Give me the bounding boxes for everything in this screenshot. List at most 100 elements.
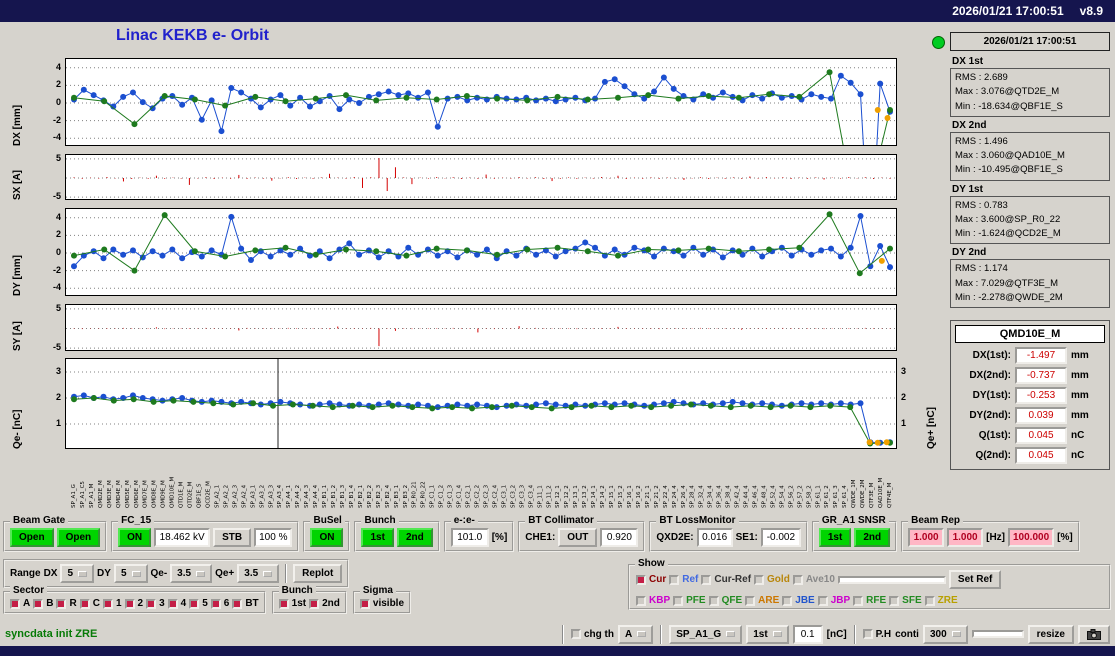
stat-group-title: DY 1st: [952, 183, 983, 195]
bt-collimator-group-label: BT Collimator: [525, 515, 597, 527]
sector-3-checkbox[interactable]: 3: [146, 598, 165, 609]
bunch-2nd-checkbox[interactable]: 2nd: [309, 598, 340, 609]
bpm-label: SP_C1_1: [430, 485, 436, 508]
fc15-on-button[interactable]: ON: [118, 528, 152, 547]
show-are-checkbox[interactable]: ARE: [745, 595, 779, 606]
bpm-label: SP_B3_1: [394, 485, 400, 508]
dropdown-indicator-icon: [772, 631, 782, 637]
range-dy-select[interactable]: 5: [113, 564, 148, 583]
show-group: Show Cur Ref Cur-Ref Gold Ave10 Set Ref KBP PFE Q…: [628, 558, 1111, 610]
show-ref-checkbox[interactable]: Ref: [669, 574, 698, 585]
sigma-visible-checkbox[interactable]: visible: [359, 598, 404, 609]
show-cur-checkbox[interactable]: Cur: [636, 574, 666, 585]
monitor-row-unit: mm: [1071, 390, 1089, 401]
bunch-order-select[interactable]: 1st: [746, 624, 789, 644]
chg-th-checkbox[interactable]: chg th: [570, 629, 614, 640]
range-qe-plus-select[interactable]: 3.5: [237, 564, 280, 583]
sector-2-checkbox[interactable]: 2: [124, 598, 143, 609]
bpm-label: SP_12_1: [555, 485, 561, 508]
dx-plot-canvas[interactable]: [65, 58, 897, 146]
beam-gate-2-button[interactable]: Open: [56, 528, 101, 547]
monitor-row-value: 0.045: [1015, 447, 1067, 464]
bunch-1st-button[interactable]: 1st: [361, 528, 394, 547]
interval-field[interactable]: [971, 630, 1024, 638]
bpm-label: SP_26_4: [681, 485, 687, 508]
show-kbp-checkbox[interactable]: KBP: [636, 595, 670, 606]
ref-file-input[interactable]: [837, 575, 946, 584]
sy-plot-canvas[interactable]: [65, 304, 897, 351]
sector-c-checkbox[interactable]: C: [79, 598, 100, 609]
show-qfe-checkbox[interactable]: QFE: [708, 595, 742, 606]
bunch-1st-checkbox-label: 1st: [291, 598, 307, 609]
che1-value-field[interactable]: 0.920: [600, 528, 639, 547]
sx-plot-canvas[interactable]: [65, 154, 897, 200]
beam-gate-1-button[interactable]: Open: [10, 528, 54, 547]
se1-value-field[interactable]: -0.002: [760, 528, 801, 547]
che1-out-button[interactable]: OUT: [558, 528, 598, 547]
show-jbp-checkbox[interactable]: JBP: [817, 595, 851, 606]
show-rfe-checkbox[interactable]: RFE: [853, 595, 886, 606]
replot-button[interactable]: Replot: [293, 564, 343, 583]
dropdown-indicator-icon: [726, 631, 736, 637]
interval-select[interactable]: 300: [922, 624, 968, 644]
sector-6-checkbox[interactable]: 6: [210, 598, 229, 609]
control-row-2: Range DX 5 DY 5 Qe- 3.5 Qe+ 3.5 Replot: [3, 559, 350, 588]
status-lamp-icon: [932, 36, 945, 49]
snsr-2nd-button[interactable]: 2nd: [854, 528, 891, 547]
sector-bt-checkbox[interactable]: BT: [232, 598, 259, 609]
sector-a-checkbox[interactable]: A: [10, 598, 30, 609]
show-ref-checkbox-label: Ref: [682, 574, 699, 585]
range-dx-select[interactable]: 5: [60, 564, 95, 583]
show-pfe-checkbox[interactable]: PFE: [673, 595, 706, 606]
range-group: Range DX 5 DY 5 Qe- 3.5 Qe+ 3.5 Replot: [3, 559, 350, 588]
fc15-percent-field[interactable]: 100 %: [254, 528, 293, 547]
busel-on-button[interactable]: ON: [310, 528, 344, 547]
checkbox-icon: [232, 598, 243, 609]
beam-rep-percent-value: 100.000: [1008, 528, 1055, 547]
qxd2e-value-field[interactable]: 0.016: [696, 528, 733, 547]
range-qe-minus-select[interactable]: 3.5: [170, 564, 213, 583]
set-ref-button[interactable]: Set Ref: [948, 570, 1002, 589]
bunch-2nd-button[interactable]: 2nd: [396, 528, 433, 547]
fc15-voltage-field[interactable]: 18.462 kV: [154, 528, 211, 547]
checkbox-icon: [278, 598, 289, 609]
bpm-label: SP_42_4: [735, 485, 741, 508]
bpm-label: SP_44_4: [744, 485, 750, 508]
show-jbe-checkbox[interactable]: JBE: [782, 595, 815, 606]
show-sfe-checkbox[interactable]: SFE: [889, 595, 922, 606]
bpm-label: SP_R0_21: [412, 481, 418, 508]
qe-plot-canvas[interactable]: [65, 358, 897, 449]
show-jbp-checkbox-label: JBP: [830, 595, 851, 606]
bpm-label: SP_15_1: [609, 485, 615, 508]
stats-timestamp: 2026/01/21 17:00:51: [950, 32, 1110, 51]
bunch-2nd-checkbox-label: 2nd: [322, 598, 340, 609]
ph-checkbox[interactable]: P.H: [862, 629, 891, 640]
stat-min-line: Min : -10.495@QBF1E_S: [955, 164, 1063, 176]
show-gold-checkbox[interactable]: Gold: [754, 574, 790, 585]
fc15-stb-button[interactable]: STB: [213, 528, 252, 547]
sector-5-checkbox[interactable]: 5: [189, 598, 208, 609]
sector-b-checkbox[interactable]: B: [33, 598, 53, 609]
monitor-select[interactable]: SP_A1_G: [669, 624, 743, 644]
snsr-1st-button[interactable]: 1st: [818, 528, 852, 547]
threshold-field[interactable]: 0.1: [792, 624, 823, 644]
monitor-row: DX(2nd): -0.737 mm: [955, 367, 1105, 384]
screenshot-button[interactable]: [1078, 624, 1110, 644]
fc15-group: FC_15 ON 18.462 kV STB 100 %: [111, 515, 300, 552]
show-zre-checkbox[interactable]: ZRE: [924, 595, 958, 606]
resize-button[interactable]: resize: [1027, 624, 1074, 644]
sector-c-checkbox-label: C: [92, 598, 100, 609]
dx-tick-label: 2: [55, 79, 61, 90]
show-cur-ref-checkbox[interactable]: Cur-Ref: [701, 574, 751, 585]
bunch-1st-checkbox[interactable]: 1st: [278, 598, 307, 609]
sector-select[interactable]: A: [617, 624, 654, 644]
sector-1-checkbox[interactable]: 1: [102, 598, 122, 609]
sector-4-checkbox[interactable]: 4: [167, 598, 186, 609]
bpm-label: QAD10E_M: [878, 477, 884, 508]
show-ave10-checkbox[interactable]: Ave10: [792, 574, 835, 585]
sector-r-checkbox[interactable]: R: [56, 598, 77, 609]
monitor-row-unit: mm: [1071, 350, 1089, 361]
dy-plot-canvas[interactable]: [65, 208, 897, 296]
sector-group: Sector A B R C 1 2 3 4 5 6 BT: [3, 585, 266, 614]
ee-ratio-field[interactable]: 101.0: [450, 528, 489, 547]
